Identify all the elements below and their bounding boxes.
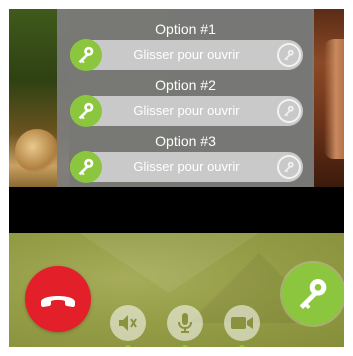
option-title: Option #3 [155, 133, 216, 149]
microphone-icon [178, 313, 192, 333]
intercom-call-screen: Option #1 Glisser pour ouvrir Option #2 … [9, 9, 344, 347]
option-title: Option #2 [155, 77, 216, 93]
slider-label: Glisser pour ouvrir [133, 103, 240, 118]
hangup-button[interactable] [25, 266, 91, 332]
key-icon [284, 49, 294, 61]
slider-knob[interactable] [70, 151, 102, 183]
key-icon [78, 102, 94, 120]
slide-to-open-slider[interactable]: Glisser pour ouvrir [70, 151, 303, 183]
indicator-dot [239, 345, 245, 347]
indicator-dot [125, 345, 131, 347]
slider-end-target [277, 155, 301, 179]
camera-button[interactable] [224, 305, 260, 341]
key-icon [284, 105, 294, 117]
speaker-button[interactable] [110, 305, 146, 341]
option-title: Option #1 [155, 21, 216, 37]
slider-label: Glisser pour ouvrir [133, 159, 240, 174]
indicator-dot [182, 345, 188, 347]
key-icon [78, 46, 94, 64]
slide-to-open-slider[interactable]: Glisser pour ouvrir [70, 95, 303, 127]
key-icon [78, 158, 94, 176]
key-icon [284, 161, 294, 173]
phone-hangup-icon [41, 296, 75, 307]
slider-end-target [277, 99, 301, 123]
speaker-icon [119, 315, 137, 331]
open-door-button[interactable] [282, 263, 344, 325]
video-camera-icon [231, 317, 253, 329]
video-letterbox [9, 187, 344, 233]
slider-label: Glisser pour ouvrir [133, 47, 240, 62]
slider-knob[interactable] [70, 39, 102, 71]
options-overlay: Option #1 Glisser pour ouvrir Option #2 … [57, 9, 314, 193]
microphone-button[interactable] [167, 305, 203, 341]
slider-knob[interactable] [70, 95, 102, 127]
slide-to-open-slider[interactable]: Glisser pour ouvrir [70, 39, 303, 71]
call-controls-bar [9, 233, 344, 347]
key-icon [299, 279, 327, 309]
slider-end-target [277, 43, 301, 67]
video-scene-right [312, 9, 344, 187]
